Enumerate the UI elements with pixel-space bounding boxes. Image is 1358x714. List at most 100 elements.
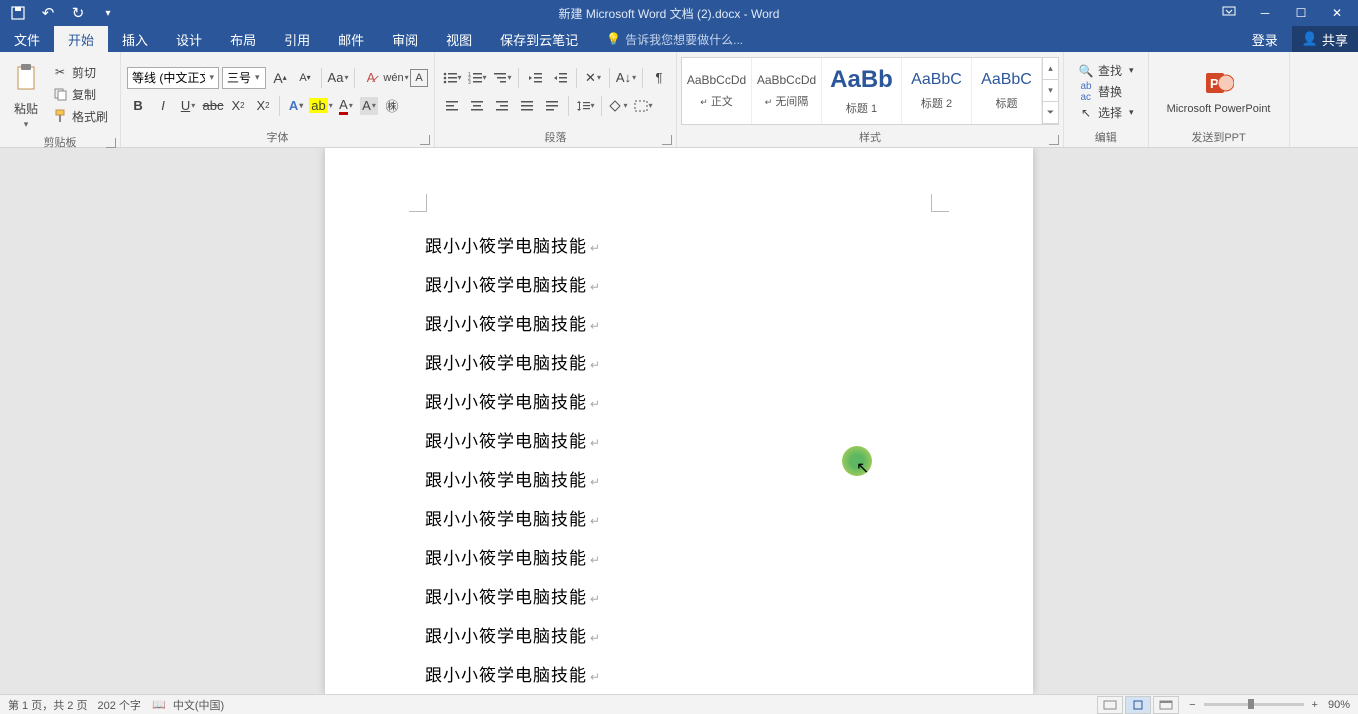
char-border-button[interactable]: A [410, 69, 428, 87]
doc-line[interactable]: 跟小小筱学电脑技能 [425, 657, 933, 694]
align-center-button[interactable] [466, 95, 488, 117]
superscript-button[interactable]: X2 [252, 95, 274, 117]
align-left-button[interactable] [441, 95, 463, 117]
increase-indent-button[interactable] [549, 67, 571, 89]
styles-launcher-icon[interactable] [1049, 135, 1059, 145]
doc-line[interactable]: 跟小小筱学电脑技能 [425, 501, 933, 540]
format-painter-button[interactable]: 格式刷 [50, 107, 110, 126]
tab-home[interactable]: 开始 [54, 26, 108, 52]
borders-button[interactable] [632, 95, 654, 117]
style-scroll-up-icon[interactable]: ▴ [1043, 58, 1058, 80]
enclose-char-button[interactable]: ㊑ [381, 95, 403, 117]
page-status[interactable]: 第 1 页，共 2 页 [8, 697, 87, 713]
tab-mailings[interactable]: 邮件 [324, 26, 378, 52]
style-more-icon[interactable]: ⏷ [1043, 102, 1058, 124]
maximize-icon[interactable]: ☐ [1294, 6, 1308, 20]
underline-button[interactable]: U [177, 95, 199, 117]
share-button[interactable]: 👤共享 [1292, 26, 1358, 52]
tab-file[interactable]: 文件 [0, 26, 54, 52]
tab-insert[interactable]: 插入 [108, 26, 162, 52]
shading-button[interactable] [607, 95, 629, 117]
style-scroll-down-icon[interactable]: ▾ [1043, 80, 1058, 102]
page[interactable]: 跟小小筱学电脑技能跟小小筱学电脑技能跟小小筱学电脑技能跟小小筱学电脑技能跟小小筱… [325, 148, 1033, 694]
zoom-out-button[interactable]: − [1189, 699, 1195, 711]
select-button[interactable]: ↖选择▾ [1076, 103, 1136, 122]
phonetic-guide-button[interactable]: wén [385, 67, 407, 89]
font-size-combo[interactable]: 三号▾ [222, 67, 266, 89]
minimize-icon[interactable]: ─ [1258, 6, 1272, 20]
doc-line[interactable]: 跟小小筱学电脑技能 [425, 618, 933, 657]
align-right-button[interactable] [491, 95, 513, 117]
close-icon[interactable]: ✕ [1330, 6, 1344, 20]
strike-button[interactable]: abc [202, 95, 224, 117]
text-effects-button[interactable]: A [285, 95, 307, 117]
zoom-value[interactable]: 90% [1328, 699, 1350, 711]
align-justify-button[interactable] [516, 95, 538, 117]
replace-button[interactable]: abac替换 [1076, 82, 1136, 101]
qat-more-icon[interactable]: ▾ [100, 5, 116, 21]
styles-gallery[interactable]: AaBbCcDd↵ 正文 AaBbCcDd↵ 无间隔 AaBb标题 1 AaBb… [681, 57, 1059, 125]
font-launcher-icon[interactable] [420, 135, 430, 145]
paragraph-launcher-icon[interactable] [662, 135, 672, 145]
doc-line[interactable]: 跟小小筱学电脑技能 [425, 306, 933, 345]
send-to-ppt-button[interactable]: P Microsoft PowerPoint [1155, 65, 1283, 119]
doc-line[interactable]: 跟小小筱学电脑技能 [425, 579, 933, 618]
zoom-slider[interactable] [1204, 703, 1304, 706]
change-case-button[interactable]: Aa [327, 67, 349, 89]
grow-font-button[interactable]: A▴ [269, 67, 291, 89]
doc-line[interactable]: 跟小小筱学电脑技能 [425, 267, 933, 306]
redo-icon[interactable]: ↻ [70, 5, 86, 21]
language-status[interactable]: 中文(中国) [173, 697, 224, 713]
asian-layout-button[interactable]: ✕ [582, 67, 604, 89]
style-h1[interactable]: AaBb标题 1 [822, 58, 902, 124]
word-count[interactable]: 202 个字 [97, 697, 140, 713]
spell-icon[interactable]: 📖 [151, 697, 167, 713]
tab-cloud[interactable]: 保存到云笔记 [486, 26, 592, 52]
tellme-search[interactable]: 💡告诉我您想要做什么... [592, 26, 757, 52]
italic-button[interactable]: I [152, 95, 174, 117]
tab-references[interactable]: 引用 [270, 26, 324, 52]
tab-view[interactable]: 视图 [432, 26, 486, 52]
numbering-button[interactable]: 123 [466, 67, 488, 89]
style-normal[interactable]: AaBbCcDd↵ 正文 [682, 58, 752, 124]
font-color-button[interactable]: A [335, 95, 357, 117]
print-layout-button[interactable] [1125, 696, 1151, 714]
ribbon-options-icon[interactable] [1222, 6, 1236, 20]
style-h2[interactable]: AaBbC标题 2 [902, 58, 972, 124]
decrease-indent-button[interactable] [524, 67, 546, 89]
doc-line[interactable]: 跟小小筱学电脑技能 [425, 540, 933, 579]
document-area[interactable]: 跟小小筱学电脑技能跟小小筱学电脑技能跟小小筱学电脑技能跟小小筱学电脑技能跟小小筱… [0, 148, 1358, 694]
login-button[interactable]: 登录 [1238, 26, 1292, 52]
copy-button[interactable]: 复制 [50, 85, 110, 104]
bullets-button[interactable] [441, 67, 463, 89]
paste-dropdown-icon[interactable]: ▾ [24, 119, 29, 130]
clear-format-button[interactable]: A̷ [360, 67, 382, 89]
multilevel-button[interactable] [491, 67, 513, 89]
line-spacing-button[interactable] [574, 95, 596, 117]
save-icon[interactable] [10, 5, 26, 21]
find-button[interactable]: 🔍查找▾ [1076, 61, 1136, 80]
subscript-button[interactable]: X2 [227, 95, 249, 117]
clipboard-launcher-icon[interactable] [106, 138, 116, 148]
web-layout-button[interactable] [1153, 696, 1179, 714]
sort-button[interactable]: A↓ [615, 67, 637, 89]
doc-line[interactable]: 跟小小筱学电脑技能 [425, 345, 933, 384]
bold-button[interactable]: B [127, 95, 149, 117]
shrink-font-button[interactable]: A▾ [294, 67, 316, 89]
undo-icon[interactable]: ↶ [40, 5, 56, 21]
paste-button[interactable] [8, 58, 44, 98]
tab-review[interactable]: 审阅 [378, 26, 432, 52]
show-marks-button[interactable]: ¶ [648, 67, 670, 89]
tab-layout[interactable]: 布局 [216, 26, 270, 52]
zoom-in-button[interactable]: + [1312, 699, 1318, 711]
style-title[interactable]: AaBbC标题 [972, 58, 1042, 124]
highlight-button[interactable]: ab [310, 95, 332, 117]
doc-line[interactable]: 跟小小筱学电脑技能 [425, 384, 933, 423]
read-mode-button[interactable] [1097, 696, 1123, 714]
style-nospace[interactable]: AaBbCcDd↵ 无间隔 [752, 58, 822, 124]
font-name-combo[interactable]: 等线 (中文正文)▾ [127, 67, 219, 89]
char-shading-button[interactable]: A [360, 97, 378, 115]
align-distribute-button[interactable] [541, 95, 563, 117]
tab-design[interactable]: 设计 [162, 26, 216, 52]
doc-line[interactable]: 跟小小筱学电脑技能 [425, 228, 933, 267]
